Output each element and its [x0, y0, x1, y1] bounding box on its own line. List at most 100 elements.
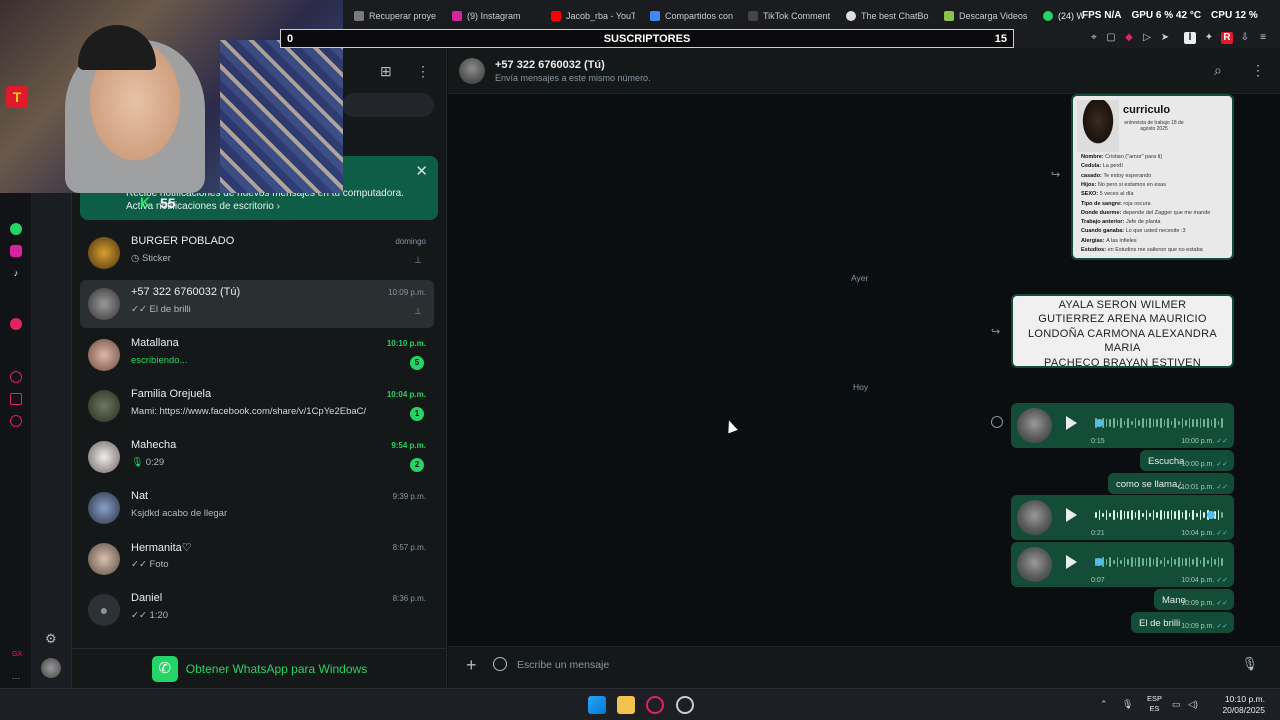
chat-time: 9:39 p.m.: [392, 492, 426, 501]
waveform-bar: [1123, 420, 1126, 426]
attach-plus-icon[interactable]: +: [466, 655, 477, 676]
extension-icon[interactable]: l: [1184, 32, 1196, 44]
tab-instagram[interactable]: (9) Instagram: [452, 8, 536, 24]
volume-icon[interactable]: ◁): [1188, 699, 1198, 710]
text-message[interactable]: El de brilli 10:09 p.m. ✓✓: [1131, 612, 1234, 633]
chat-item-mahecha[interactable]: Mahecha 🎙︎ 0:29 9:54 p.m. 2: [80, 433, 434, 481]
whatsapp-icon[interactable]: [10, 223, 22, 235]
chat-item-matallana[interactable]: Matallana escribiendo... 10:10 p.m. 5: [80, 331, 434, 379]
curriculo-field-key: Nombre:: [1081, 154, 1106, 160]
network-icon[interactable]: ▭: [1172, 699, 1181, 710]
chat-item-self[interactable]: +57 322 6760032 (Tú) ✓✓ El de brilli 10:…: [80, 280, 434, 328]
waveform-bar: [1185, 557, 1187, 567]
tab-recuperar[interactable]: Recuperar proye: [354, 8, 438, 24]
waveform-bar: [1203, 419, 1205, 427]
read-receipt-icon: ✓✓: [1216, 461, 1228, 468]
shield-icon[interactable]: ◆: [1123, 32, 1135, 44]
tab-chatbot[interactable]: The best ChatBo: [846, 8, 930, 24]
waveform-bar: [1196, 556, 1198, 568]
tab-youtube[interactable]: Jacob_rba - YouT: [551, 8, 635, 24]
tiktok-icon[interactable]: ♪: [10, 267, 22, 279]
play-icon[interactable]: ▷: [1141, 32, 1153, 44]
profile-icon[interactable]: R: [1221, 32, 1233, 44]
play-icon[interactable]: [1066, 416, 1077, 430]
conversation-header[interactable]: +57 322 6760032 (Tú) Envía mensajes a es…: [448, 48, 1280, 94]
text-message[interactable]: Escucha 10:00 p.m. ✓✓: [1140, 450, 1234, 471]
waveform-bar: [1199, 559, 1202, 565]
chat-item-nat[interactable]: Nat Ksjdkd acabo de llegar 9:39 p.m.: [80, 484, 434, 532]
settings-icon[interactable]: [10, 415, 22, 427]
emoji-icon[interactable]: [493, 657, 507, 671]
forward-icon[interactable]: ↪: [1051, 168, 1060, 181]
curriculo-image-message[interactable]: curriculo entrevista de trabajo 18 de ag…: [1071, 94, 1234, 260]
tab-drive[interactable]: Compartidos con: [650, 8, 734, 24]
forward-icon[interactable]: ↪: [991, 325, 1000, 338]
pin-icon: ⊥: [414, 255, 422, 265]
profile-avatar[interactable]: [41, 658, 61, 678]
system-clock[interactable]: 10:10 p.m. 20/08/2025: [1222, 694, 1265, 716]
curriculo-field-key: Cedula:: [1081, 163, 1103, 170]
playhead-knob[interactable]: [1095, 419, 1103, 427]
sender-avatar: [1017, 547, 1052, 582]
tab-tiktok[interactable]: TikTok Comment: [748, 8, 832, 24]
tray-mic-icon[interactable]: 🎙︎: [1122, 699, 1133, 710]
search-input[interactable]: [342, 93, 434, 117]
microphone-icon[interactable]: 🎙︎: [1241, 656, 1258, 672]
audio-message-3[interactable]: 0:07 10:04 p.m. ✓✓: [1011, 542, 1234, 587]
close-icon[interactable]: ✕: [415, 162, 428, 180]
waveform[interactable]: [1095, 509, 1223, 521]
settings-gear-icon[interactable]: ⚙: [45, 631, 57, 647]
downloads-icon[interactable]: ⇩: [1239, 32, 1251, 44]
waveform-bar: [1156, 556, 1158, 568]
instagram-icon[interactable]: [10, 245, 22, 257]
waveform-bar: [1145, 558, 1148, 566]
audio-message-1[interactable]: 0:15 10:00 p.m. ✓✓: [1011, 403, 1234, 448]
opera-gx-icon[interactable]: [646, 696, 664, 714]
read-receipt-icon: ✓✓: [1216, 530, 1228, 537]
waveform[interactable]: [1095, 556, 1223, 568]
send-icon[interactable]: ➤: [1159, 32, 1171, 44]
playhead-knob[interactable]: [1095, 558, 1103, 566]
audio-message-2[interactable]: 0:21 10:04 p.m. ✓✓: [1011, 495, 1234, 540]
tab-descarga[interactable]: Descarga Videos: [944, 8, 1028, 24]
pin-icon[interactable]: ⌖: [1088, 32, 1100, 44]
history-icon[interactable]: [10, 371, 22, 383]
gpu-readout: GPU 6 % 42 °C: [1131, 10, 1202, 21]
contact-avatar[interactable]: [459, 58, 485, 84]
waveform[interactable]: [1095, 417, 1223, 429]
file-explorer-icon[interactable]: [617, 696, 635, 714]
box-icon[interactable]: [10, 393, 22, 405]
play-icon[interactable]: [1066, 555, 1077, 569]
waveform-bar: [1188, 557, 1191, 567]
chat-item-hermanita[interactable]: Hermanita♡ ✓✓ Foto 8:57 p.m.: [80, 535, 434, 583]
obs-icon[interactable]: [676, 696, 694, 714]
puzzle-icon[interactable]: ✦: [1203, 32, 1215, 44]
screenshot-icon[interactable]: ▢: [1105, 32, 1117, 44]
waveform-bar: [1123, 556, 1126, 568]
get-whatsapp-windows-link[interactable]: ✆ Obtener WhatsApp para Windows: [72, 648, 447, 688]
gx-icon[interactable]: GX: [10, 649, 24, 661]
chat-item-familia-orejuela[interactable]: Familia Orejuela Mami: https://www.faceb…: [80, 382, 434, 430]
more-icon[interactable]: …: [10, 670, 22, 682]
chat-item-burger-poblado[interactable]: BURGER POBLADO ◷ Sticker domingo ⊥: [80, 229, 434, 277]
default-avatar-icon: ●: [88, 594, 120, 626]
chat-name: Familia Orejuela: [131, 388, 212, 400]
text-message[interactable]: Mano 10:09 p.m. ✓✓: [1154, 589, 1234, 610]
kebab-menu-icon[interactable]: ⋮: [416, 63, 430, 80]
windows-start-icon[interactable]: [588, 696, 606, 714]
music-icon[interactable]: [10, 318, 22, 330]
chat-item-daniel[interactable]: ● Daniel ✓✓ 1:20 8:36 p.m.: [80, 586, 434, 634]
message-input[interactable]: Escribe un mensaje: [517, 659, 609, 671]
kebab-menu-icon[interactable]: ⋮: [1251, 62, 1265, 79]
text-message[interactable]: como se llama¿ 10:01 p.m. ✓✓: [1108, 473, 1234, 494]
menu-icon[interactable]: ≡: [1257, 32, 1269, 44]
language-indicator[interactable]: ESP ES: [1147, 694, 1162, 714]
emoji-react-icon[interactable]: [991, 416, 1003, 428]
waveform-bar: [1192, 419, 1195, 427]
tab-whatsapp[interactable]: (24) WhatsApp: [1043, 8, 1083, 24]
play-icon[interactable]: [1066, 508, 1077, 522]
tray-chevron-icon[interactable]: ⌃: [1100, 699, 1108, 710]
search-icon[interactable]: ⌕: [1214, 62, 1222, 79]
new-chat-icon[interactable]: ⊞: [380, 63, 392, 80]
names-image-message[interactable]: AYALA SERON WILMER GUTIERREZ ARENA MAURIC…: [1011, 294, 1234, 369]
